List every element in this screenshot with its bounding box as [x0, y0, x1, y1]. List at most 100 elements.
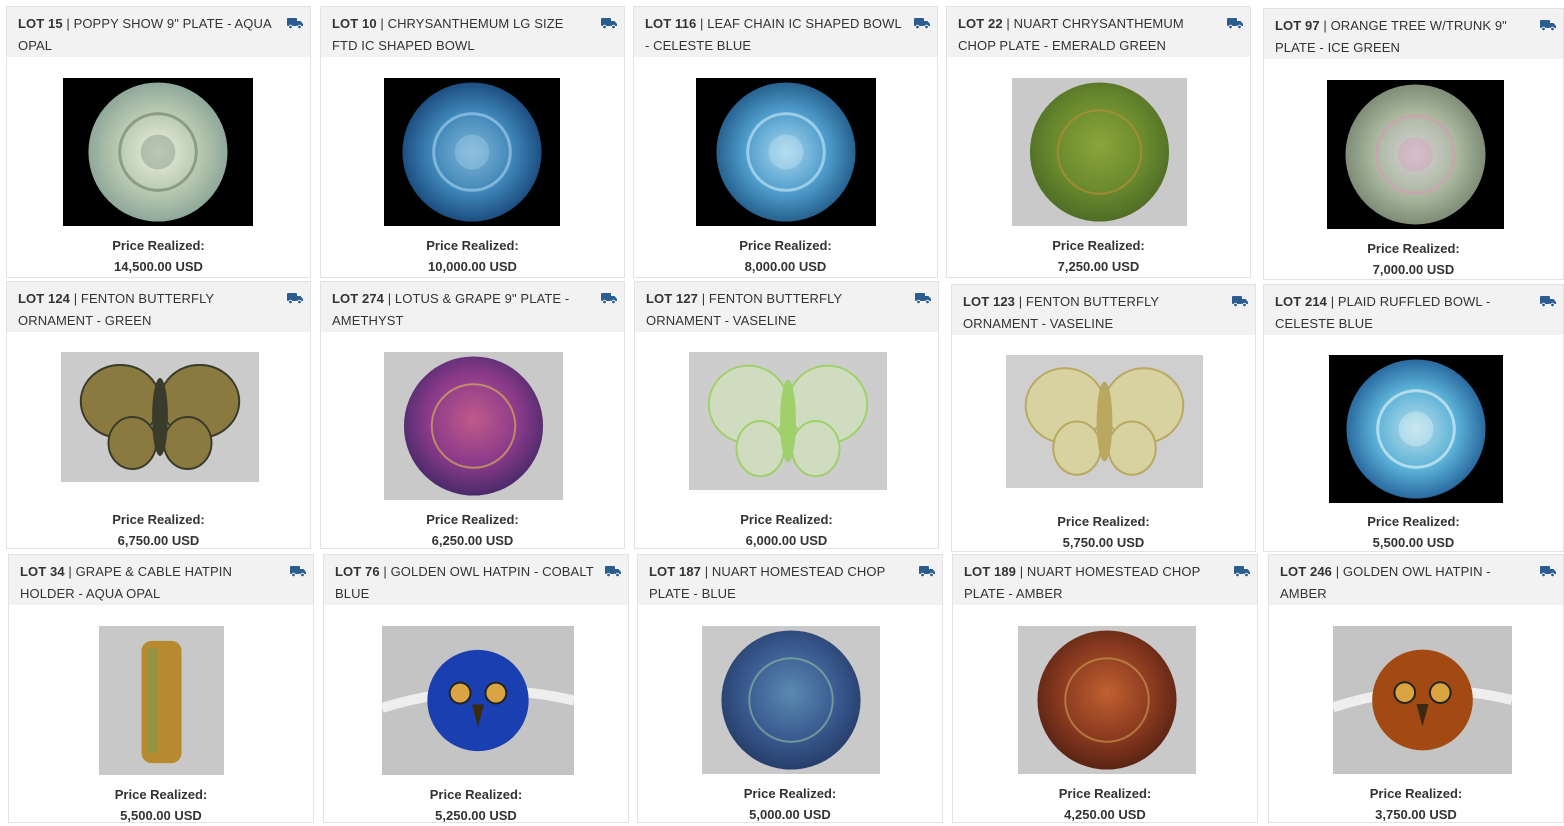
truck-icon[interactable]: [1227, 16, 1243, 30]
price-label: Price Realized:: [743, 786, 837, 801]
lot-photo[interactable]: [689, 352, 887, 490]
truck-icon[interactable]: [287, 16, 303, 30]
lot-photo[interactable]: [61, 352, 259, 482]
lot-card[interactable]: Lot 246 | GOLDEN OWL HATPIN - AMBER Pric…: [1268, 554, 1564, 823]
lot-photo[interactable]: [1333, 626, 1512, 774]
lot-card[interactable]: Lot 123 | FENTON BUTTERFLY ORNAMENT - VA…: [951, 284, 1256, 552]
lot-number: Lot 189: [964, 564, 1016, 579]
price-label: Price Realized:: [1369, 786, 1463, 801]
price-realized: Price Realized: 7,250.00 USD: [947, 235, 1250, 277]
price-value: 6,000.00 USD: [745, 533, 828, 548]
lot-card[interactable]: Lot 124 | FENTON BUTTERFLY ORNAMENT - GR…: [6, 281, 311, 549]
lot-photo[interactable]: [1006, 355, 1203, 488]
lot-card[interactable]: Lot 76 | GOLDEN OWL HATPIN - COBALT BLUE…: [323, 554, 629, 823]
lot-title-link[interactable]: Lot 214 | PLAID RUFFLED BOWL - CELESTE B…: [1264, 285, 1563, 335]
truck-icon[interactable]: [290, 564, 306, 578]
lot-card[interactable]: Lot 34 | GRAPE & CABLE HATPIN HOLDER - A…: [8, 554, 314, 823]
lot-title-link[interactable]: Lot 124 | FENTON BUTTERFLY ORNAMENT - GR…: [7, 282, 310, 332]
lot-photo[interactable]: [1012, 78, 1187, 226]
price-label: Price Realized:: [112, 512, 205, 527]
lot-card[interactable]: Lot 274 | LOTUS & GRAPE 9" PLATE - AMETH…: [320, 281, 625, 549]
truck-icon[interactable]: [919, 564, 935, 578]
lot-separator: |: [1016, 564, 1027, 579]
lot-card[interactable]: Lot 97 | ORANGE TREE W/TRUNK 9" PLATE - …: [1263, 8, 1564, 280]
lot-number: Lot 214: [1275, 294, 1327, 309]
lot-title-link[interactable]: Lot 10 | CHRYSANTHEMUM LG SIZE FTD IC SH…: [321, 7, 624, 57]
price-realized: Price Realized: 4,250.00 USD: [953, 783, 1257, 825]
lot-photo[interactable]: [702, 626, 880, 774]
lot-card[interactable]: Lot 10 | CHRYSANTHEMUM LG SIZE FTD IC SH…: [320, 6, 625, 278]
price-realized: Price Realized: 5,500.00 USD: [9, 784, 313, 826]
lot-card[interactable]: Lot 214 | PLAID RUFFLED BOWL - CELESTE B…: [1263, 284, 1564, 552]
lot-card[interactable]: Lot 116 | LEAF CHAIN IC SHAPED BOWL - CE…: [633, 6, 938, 278]
truck-icon[interactable]: [1540, 18, 1556, 32]
truck-icon[interactable]: [601, 16, 617, 30]
lot-photo[interactable]: [696, 78, 876, 226]
lot-photo[interactable]: [63, 78, 253, 226]
price-realized: Price Realized: 14,500.00 USD: [7, 235, 310, 277]
lot-number: Lot 97: [1275, 18, 1320, 33]
lot-photo[interactable]: [1329, 355, 1503, 503]
price-label: Price Realized:: [429, 787, 523, 802]
truck-icon[interactable]: [1540, 294, 1556, 308]
lot-title-link[interactable]: Lot 189 | NUART HOMESTEAD CHOP PLATE - A…: [953, 555, 1257, 605]
price-label: Price Realized:: [114, 787, 208, 802]
lot-photo[interactable]: [1327, 80, 1504, 229]
lot-title-link[interactable]: Lot 15 | POPPY SHOW 9" PLATE - AQUA OPAL: [7, 7, 310, 57]
lot-number: Lot 22: [958, 16, 1003, 31]
lot-number: Lot 116: [645, 16, 697, 31]
lot-separator: |: [698, 291, 709, 306]
price-realized: Price Realized: 3,750.00 USD: [1269, 783, 1563, 825]
truck-icon[interactable]: [1234, 564, 1250, 578]
truck-icon[interactable]: [914, 16, 930, 30]
lot-title-link[interactable]: Lot 187 | NUART HOMESTEAD CHOP PLATE - B…: [638, 555, 942, 605]
price-realized: Price Realized: 8,000.00 USD: [634, 235, 937, 277]
price-realized: Price Realized: 5,750.00 USD: [952, 511, 1255, 553]
lot-separator: |: [70, 291, 81, 306]
price-value: 7,250.00 USD: [1057, 259, 1140, 274]
lot-card[interactable]: Lot 189 | NUART HOMESTEAD CHOP PLATE - A…: [952, 554, 1258, 823]
lot-title-link[interactable]: Lot 97 | ORANGE TREE W/TRUNK 9" PLATE - …: [1264, 9, 1563, 59]
truck-icon[interactable]: [1232, 294, 1248, 308]
lot-title-link[interactable]: Lot 123 | FENTON BUTTERFLY ORNAMENT - VA…: [952, 285, 1255, 335]
lot-title-link[interactable]: Lot 34 | GRAPE & CABLE HATPIN HOLDER - A…: [9, 555, 313, 605]
price-label: Price Realized:: [112, 238, 205, 253]
lot-separator: |: [1015, 294, 1026, 309]
lot-title-link[interactable]: Lot 22 | NUART CHRYSANTHEMUM CHOP PLATE …: [947, 7, 1250, 57]
truck-icon[interactable]: [605, 564, 621, 578]
lot-photo[interactable]: [99, 626, 224, 775]
lot-title-link[interactable]: Lot 246 | GOLDEN OWL HATPIN - AMBER: [1269, 555, 1563, 605]
lot-card[interactable]: Lot 187 | NUART HOMESTEAD CHOP PLATE - B…: [637, 554, 943, 823]
lot-card[interactable]: Lot 127 | FENTON BUTTERFLY ORNAMENT - VA…: [634, 281, 939, 549]
lot-photo[interactable]: [384, 78, 560, 226]
price-value: 5,750.00 USD: [1062, 535, 1145, 550]
lot-title-link[interactable]: Lot 76 | GOLDEN OWL HATPIN - COBALT BLUE: [324, 555, 628, 605]
lot-title-link[interactable]: Lot 274 | LOTUS & GRAPE 9" PLATE - AMETH…: [321, 282, 624, 332]
price-value: 4,250.00 USD: [1064, 807, 1146, 822]
lot-photo[interactable]: [382, 626, 574, 775]
price-label: Price Realized:: [1052, 238, 1145, 253]
price-realized: Price Realized: 5,500.00 USD: [1264, 511, 1563, 553]
price-label: Price Realized:: [1058, 786, 1152, 801]
price-label: Price Realized:: [426, 238, 519, 253]
price-value: 6,250.00 USD: [431, 533, 514, 548]
lot-title-link[interactable]: Lot 116 | LEAF CHAIN IC SHAPED BOWL - CE…: [634, 7, 937, 57]
lot-separator: |: [62, 16, 74, 31]
truck-icon[interactable]: [915, 291, 931, 305]
truck-icon[interactable]: [601, 291, 617, 305]
truck-icon[interactable]: [287, 291, 303, 305]
truck-icon[interactable]: [1540, 564, 1556, 578]
lot-title-link[interactable]: Lot 127 | FENTON BUTTERFLY ORNAMENT - VA…: [635, 282, 938, 332]
lot-photo[interactable]: [1018, 626, 1196, 774]
price-value: 10,000.00 USD: [428, 259, 517, 274]
lot-separator: |: [376, 16, 388, 31]
price-realized: Price Realized: 6,250.00 USD: [321, 509, 624, 551]
lot-photo[interactable]: [384, 352, 563, 500]
lot-card[interactable]: Lot 22 | NUART CHRYSANTHEMUM CHOP PLATE …: [946, 6, 1251, 278]
lot-number: Lot 246: [1280, 564, 1332, 579]
price-realized: Price Realized: 6,000.00 USD: [635, 509, 938, 551]
lot-card[interactable]: Lot 15 | POPPY SHOW 9" PLATE - AQUA OPAL…: [6, 6, 311, 278]
lot-separator: |: [1319, 18, 1331, 33]
price-value: 5,000.00 USD: [749, 807, 831, 822]
price-realized: Price Realized: 6,750.00 USD: [7, 509, 310, 551]
